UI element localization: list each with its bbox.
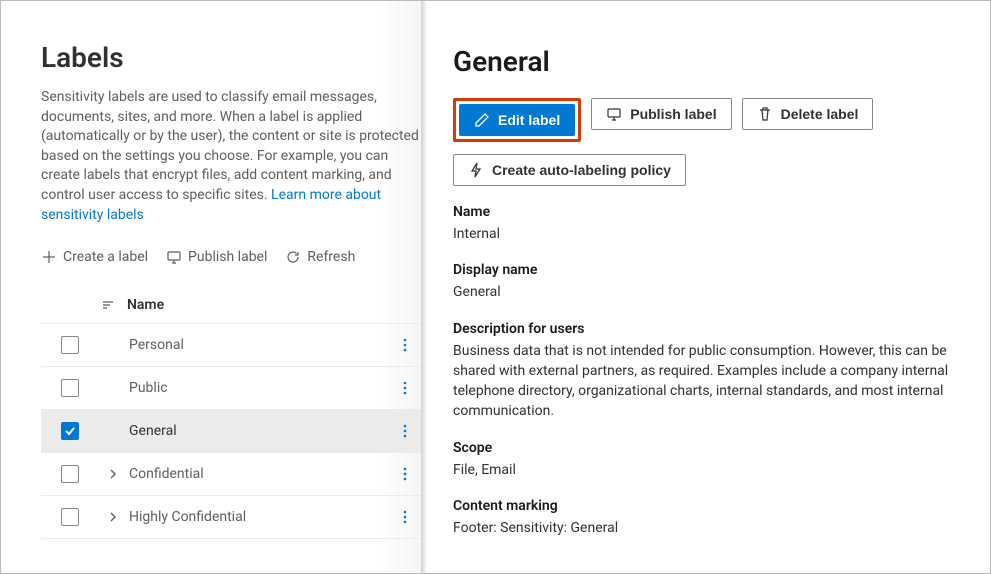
refresh-button[interactable]: Refresh xyxy=(285,249,355,265)
field-name: Name Internal xyxy=(453,204,950,244)
panel-actions: Edit label Publish label Delete label xyxy=(453,98,950,142)
monitor-icon xyxy=(606,106,622,122)
edit-label-button[interactable]: Edit label xyxy=(459,104,575,136)
table-row[interactable]: Personal xyxy=(41,324,421,367)
chevron-right-icon[interactable] xyxy=(108,512,118,522)
more-icon[interactable] xyxy=(403,423,407,439)
chevron-right-icon[interactable] xyxy=(108,469,118,479)
refresh-icon xyxy=(285,249,301,265)
delete-label-button[interactable]: Delete label xyxy=(742,98,874,130)
more-icon[interactable] xyxy=(403,466,407,482)
table-header: Name xyxy=(41,287,421,324)
bolt-icon xyxy=(468,162,484,178)
column-name[interactable]: Name xyxy=(123,297,389,313)
panel-title: General xyxy=(453,45,950,78)
field-scope: Scope File, Email xyxy=(453,440,950,480)
row-checkbox[interactable] xyxy=(61,465,79,483)
field-description: Description for users Business data that… xyxy=(453,321,950,422)
label-details-panel: General Edit label Publish label Delete … xyxy=(421,1,990,573)
table-row[interactable]: Confidential xyxy=(41,453,421,496)
more-icon[interactable] xyxy=(403,380,407,396)
monitor-icon xyxy=(166,249,182,265)
edit-highlight: Edit label xyxy=(453,98,581,142)
page-title: Labels xyxy=(41,41,421,74)
publish-label-button[interactable]: Publish label xyxy=(591,98,731,130)
field-content-marking: Content marking Footer: Sensitivity: Gen… xyxy=(453,498,950,538)
row-label: Highly Confidential xyxy=(125,509,389,525)
labels-table: Name Personal Public General xyxy=(41,287,421,539)
labels-list-pane: Labels Sensitivity labels are used to cl… xyxy=(1,1,421,573)
trash-icon xyxy=(757,106,773,122)
field-display-name: Display name General xyxy=(453,262,950,302)
table-row[interactable]: Highly Confidential xyxy=(41,496,421,539)
command-bar: Create a label Publish label Refresh xyxy=(41,249,421,265)
row-label: General xyxy=(125,423,389,439)
publish-label-button[interactable]: Publish label xyxy=(166,249,267,265)
row-checkbox[interactable] xyxy=(61,379,79,397)
more-icon[interactable] xyxy=(403,337,407,353)
page-description: Sensitivity labels are used to classify … xyxy=(41,88,421,225)
row-checkbox[interactable] xyxy=(61,508,79,526)
row-label: Confidential xyxy=(125,466,389,482)
pencil-icon xyxy=(474,112,490,128)
table-row[interactable]: General xyxy=(41,410,421,453)
sort-icon[interactable] xyxy=(101,298,115,312)
create-label-button[interactable]: Create a label xyxy=(41,249,148,265)
auto-labeling-button[interactable]: Create auto-labeling policy xyxy=(453,154,686,186)
row-label: Public xyxy=(125,380,389,396)
plus-icon xyxy=(41,249,57,265)
table-row[interactable]: Public xyxy=(41,367,421,410)
row-checkbox[interactable] xyxy=(61,422,79,440)
row-label: Personal xyxy=(125,337,389,353)
row-checkbox[interactable] xyxy=(61,336,79,354)
more-icon[interactable] xyxy=(403,509,407,525)
